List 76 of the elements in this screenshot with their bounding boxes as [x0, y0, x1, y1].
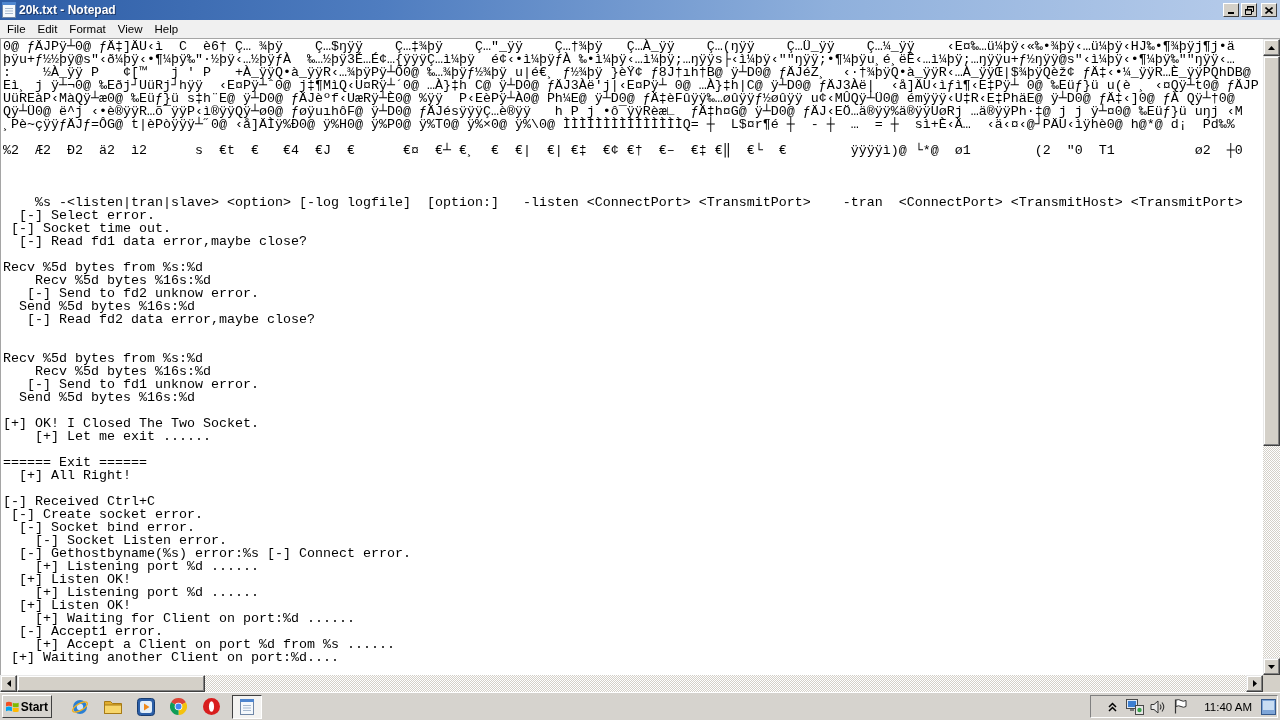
text-line: : ½À_ÿÿ P ¢[™ j ' P +À_ÿÿQ•à_ÿÿR‹…¾þÿPÿ┴Ô0@ ‰…¾þÿƒ½¾þÿ u|é€¸ ƒ½¾þÿ }èŸ¢ ƒ8J†ıh†B@ ÿ┴D0@ ƒÄJéZ¸ ‹·†¾þÿQ•à_ÿÿR‹…À_ÿÿŒ|$¾þÿQèž¢ ƒÄ‡‹•¼_ÿÿR…È_ÿÿPQhDB@	[3, 66, 1251, 79]
wheel-icon[interactable]	[170, 698, 187, 715]
globe-icon[interactable]	[70, 697, 89, 716]
text-line: Recv %5d bytes from %s:%d	[3, 352, 203, 365]
menu-item[interactable]: File	[1, 21, 32, 37]
start-button[interactable]: Start	[2, 695, 52, 718]
text-line: %2 Æ2 Ð2 ä2 ì2 s €t € €4 €J € €¤ €┴ €¸ € €| €| €‡ €¢ €† €– €‡ €‖ €└ € ÿÿÿÿì)@ └*@ ø1 (2 "0 T1 ø2 ┼0	[3, 144, 1243, 157]
screen-icon[interactable]	[1261, 698, 1276, 715]
text-line: [+] Listening port %d ......	[35, 560, 259, 573]
caret-down-icon	[1268, 664, 1275, 669]
text-line: [-] Socket time out.	[10, 222, 171, 235]
text-line: [-] Socket Listen error.	[35, 534, 227, 547]
menu-item[interactable]: Help	[148, 21, 185, 37]
text-line: [-] Socket bind error.	[19, 521, 195, 534]
text-line: [-] Read fd1 data error,maybe close?	[19, 235, 307, 248]
speaker-icon[interactable]	[1150, 699, 1167, 714]
scroll-left-button[interactable]	[0, 675, 17, 692]
text-line: [-] Send to fd1 unknow error.	[27, 378, 259, 391]
caret-up-icon	[1268, 45, 1275, 50]
text-line: [-] Select error.	[19, 209, 155, 222]
text-line: Recv %5d bytes from %s:%d	[3, 261, 203, 274]
text-line: ¸Pè~çÿÿƒÄJƒ=ÔG@ t|èPòÿÿÿ┴˝0@ ‹å]ÄÌÿ%Ð0@ ÿ%H0@ ÿ%P0@ ÿ%T0@ ÿ%×0@ ÿ%\0@ ÌÌÌÌÌÌÌÌÌÌÌÌÌÌÌQ= ┼ L$¤r¶é ┼ - ┼ … = ┼ sì+È‹Ä… ‹ä‹¤‹@┘PÄU‹ìÿhè0@ h@*@ d¡ Pd‰%	[3, 118, 1235, 131]
scrollbar-thumb[interactable]	[1263, 56, 1280, 446]
caret-right-icon	[1252, 680, 1257, 687]
restore-icon	[1244, 5, 1254, 15]
text-line: [+] Waiting for Client on port:%d ......	[35, 612, 355, 625]
text-line: [-] Send to fd2 unknow error.	[27, 287, 259, 300]
logo-icon	[6, 699, 19, 714]
chevron-up-icon[interactable]	[1108, 701, 1118, 712]
scroll-right-button[interactable]	[1246, 675, 1263, 692]
play-icon[interactable]	[136, 697, 155, 716]
text-line: ====== Exit ======	[3, 456, 147, 469]
text-line: [-] Received Ctrl+C	[3, 495, 155, 508]
text-line: %s -<listen|tran|slave> <option> [-log logfile] [option:] -listen <ConnectPort> <TransmitPort> -tran <ConnectPort> <TransmitHost> <TransmitPort>	[34, 196, 1243, 209]
text-line: þÿu+ƒ½½þÿ@s"‹ð¼þÿ‹•¶¼þÿ‰"·½þÿ‹…½þÿƒÀ ‰…½þÿ3É…É¢…{ÿÿÿÇ…ì¼þÿ é¢‹•ì¼þÿƒÀ ‰•ì¼þÿ‹…ì¼þÿ;…ŋÿÿs├‹ì¼þÿ‹""ŋÿÿ;•¶¼þÿu¸é¸ëÊ‹…ì¼þÿ;…ŋÿÿu+ƒ½ŋÿÿ@s"‹ì¼þÿ‹•¶¼þÿ‰""ŋÿÿ‹…	[3, 53, 1235, 66]
scroll-up-button[interactable]	[1263, 39, 1280, 56]
text-line: [+] Listening port %d ......	[35, 586, 259, 599]
menu-item[interactable]: Format	[63, 21, 112, 37]
caret-left-icon	[6, 680, 11, 687]
text-line: Send %5d bytes %16s:%d	[18, 300, 195, 313]
close-icon	[1265, 6, 1273, 14]
notepad-icon	[2, 2, 16, 18]
text-line: Recv %5d bytes %16s:%d	[34, 365, 211, 378]
text-line: [+] Let me exit ......	[34, 430, 211, 443]
text-line: Eì¸ j ÿ┴¬0@ ‰Eðj┘UüRj┘hÿÿ ‹E¤Pÿ┴ˆ0@ j‡¶MìQ‹U¤Rÿ┴´0@ …À}‡h C@ ÿ┴D0@ ƒÄJ3Àë'j|‹E¤Pÿ┴ 0@ …À}‡h|C@ ÿ┴D0@ ƒÄJ3Àë| ‹å]ÄU‹ìƒì¶‹E‡Pÿ┴ 0@ ‰Eüƒ}ü u(è ¸ ‹¤Qÿ┴t0@ ƒÄJP	[3, 79, 1259, 92]
minimize-icon	[1228, 12, 1234, 14]
taskbar-button[interactable]	[232, 694, 262, 719]
menu-item[interactable]: View	[111, 21, 149, 37]
folder-icon[interactable]	[103, 699, 122, 714]
restore-button[interactable]	[1241, 3, 1257, 17]
text-line: [+] Waiting another Client on port:%d....	[10, 651, 339, 664]
close-button[interactable]	[1261, 3, 1277, 17]
menu-item[interactable]: Edit	[31, 21, 64, 37]
window-title: 20k.txt - Notepad	[19, 3, 116, 17]
notepad-icon	[240, 698, 254, 715]
text-line: [+] Listen OK!	[18, 599, 131, 612]
text-line: [+] Listen OK!	[18, 573, 131, 586]
text-line: [+] All Right!	[18, 469, 131, 482]
text-line: [+] OK! I Closed The Two Socket.	[3, 417, 259, 430]
text-line: Send %5d bytes %16s:%d	[18, 391, 195, 404]
text-line: 0@ ƒÄJPÿ┴0@ ƒÄ‡]ÄU‹ì C è6† Ç… ¾þÿ Ç…$ŋÿÿ Ç…‡¾þÿ Ç…"_ÿÿ Ç…†¾þÿ Ç…À_ÿÿ Ç…(ŋÿÿ Ç…Ü_ÿÿ Ç…¼_ÿÿ ‹E¤‰…ü¼þÿ‹«‰•¾þÿ‹…ü¼þÿ‹HJ‰•¶¾þÿj¶j•ä	[3, 40, 1235, 53]
scrollbar-thumb[interactable]	[17, 675, 205, 692]
text-line: UüREàP‹MàQÿ┴æ0@ ‰Eüƒ}ü s‡h¨E@ ÿ┴D0@ ƒÄJèºf‹UæRÿ┴È0@ %ÿÿ P‹EèPÿ┴À0@ Ph¼E@ ÿ┴D0@ ƒÄ‡èFûÿÿ‰…øûÿÿƒ½øûÿÿ u¢‹MÛQÿ┴Ü0@ émÿÿÿ‹U‡R‹E‡PhäE@ ÿ┴D0@ ƒÄ‡‹]0@ ƒÀ Qÿ┴†0@	[3, 92, 1235, 105]
text-line: [-] Create socket error.	[11, 508, 203, 521]
text-line: [-] Gethostbyname(%s) error:%s [-] Connect error.	[18, 547, 411, 560]
text-line: [-] Read fd2 data error,maybe close?	[26, 313, 315, 326]
text-line: [+] Accept a Client on port %d from %s ......	[35, 638, 395, 651]
flag-icon[interactable]	[1174, 699, 1188, 714]
network-icon[interactable]	[1126, 698, 1145, 715]
scroll-down-button[interactable]	[1263, 658, 1280, 675]
text-line: Qÿ┴Ü0@ ë^j ‹•è®ÿÿR…õ¯ÿÿP‹ì®ÿÿQÿ┴ø0@ ƒøÿuıhôF@ ÿ┴D0@ ƒÄJésÿÿÿÇ…è®ÿÿ h P j •ô¯ÿÿRèæ∟ ƒÄ‡h¤G@ ÿ┴D0@ ƒÄJ‹EÖ…ä®ÿÿ%ä®ÿÿUøRj …ä®ÿÿPh·‡@ j j ÿ┴¤0@ ‰Eüƒ}ü uŋj ‹M	[3, 105, 1243, 118]
clock[interactable]: 11:40 AM	[1204, 700, 1252, 713]
minimize-button[interactable]	[1223, 3, 1239, 17]
text-line: Recv %5d bytes %16s:%d	[34, 274, 211, 287]
ring-icon[interactable]	[203, 698, 220, 715]
text-line: [-] Accept1 error.	[18, 625, 163, 638]
